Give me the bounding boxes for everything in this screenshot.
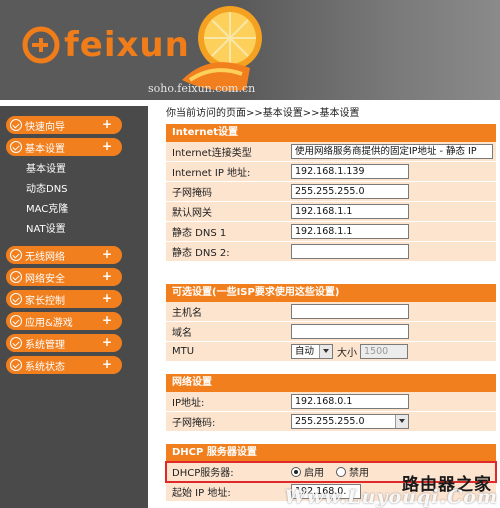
lan-mask-row: 子网掩码: 255.255.255.0 [166,412,496,432]
check-circle-icon [10,271,22,283]
dhcp-start-label: 起始 IP 地址: [172,488,231,499]
check-circle-icon [10,249,22,261]
check-circle-icon [10,293,22,305]
plus-icon: + [101,313,112,327]
section-title: 可选设置(一些ISP要求使用这些设置) [166,284,496,302]
lan-ip-row: IP地址: 192.168.0.1 [166,392,496,412]
plus-icon: + [101,269,112,283]
plus-icon: + [101,139,112,153]
hostname-row: 主机名 [166,302,496,322]
dns1-row: 静态 DNS 1 192.168.1.1 [166,222,496,242]
internet-ip-input[interactable]: 192.168.1.139 [291,164,409,179]
mtu-mode-value: 自动 [295,346,315,357]
internet-settings-section: Internet设置 Internet连接类型 使用网络服务商提供的固定IP地址… [166,124,496,262]
dns1-input[interactable]: 192.168.1.1 [291,224,409,239]
chevron-down-icon [395,415,408,428]
header: feixun soho.feixun.com.cn [0,0,500,100]
section-title: DHCP 服务器设置 [166,444,496,462]
submenu-dynamic-dns[interactable]: 动态DNS [0,180,148,200]
dns2-row: 静态 DNS 2: [166,242,496,262]
check-circle-icon [10,141,22,153]
lan-mask-label: 子网掩码: [172,418,216,429]
watermark-url: Www.Luyouqi.Com [284,486,498,508]
plus-icon: + [101,247,112,261]
sidebar-item-label: 系统状态 [25,361,65,373]
sidebar-item-quick-wizard[interactable]: 快速向导 + [6,116,122,134]
gateway-input[interactable]: 192.168.1.1 [291,204,409,219]
hostname-input[interactable] [291,304,409,319]
dhcp-server-label: DHCP服务器: [172,468,234,479]
sidebar: 快速向导 + 基本设置 + 基本设置 动态DNS MAC克隆 NAT设置 无线网… [0,106,148,508]
sidebar-item-basic-settings[interactable]: 基本设置 + [6,138,122,156]
sidebar-item-label: 快速向导 [25,121,65,133]
domain-text: soho.feixun.com.cn [148,82,256,95]
sidebar-item-system-status[interactable]: 系统状态 + [6,356,122,374]
breadcrumb: 你当前访问的页面>>基本设置>>基本设置 [166,108,360,119]
lan-ip-input[interactable]: 192.168.0.1 [291,394,409,409]
sidebar-item-label: 家长控制 [25,295,65,307]
sidebar-item-parental-control[interactable]: 家长控制 + [6,290,122,308]
subnet-mask-input[interactable]: 255.255.255.0 [291,184,409,199]
lan-ip-label: IP地址: [172,398,205,409]
plus-icon: + [101,117,112,131]
internet-ip-row: Internet IP 地址: 192.168.1.139 [166,162,496,182]
sidebar-item-label: 网络安全 [25,273,65,285]
section-title: 网络设置 [166,374,496,392]
sidebar-item-apps-games[interactable]: 应用&游戏 + [6,312,122,330]
check-circle-icon [10,315,22,327]
sidebar-item-label: 基本设置 [25,143,65,155]
lan-mask-value: 255.255.255.0 [295,416,365,427]
domain-input[interactable] [291,324,409,339]
subnet-mask-row: 子网掩码 255.255.255.0 [166,182,496,202]
watermark: 路由器之家 Www.Luyouqi.Com [285,470,500,508]
basic-settings-submenu: 基本设置 动态DNS MAC克隆 NAT设置 [0,160,148,240]
conn-type-label: Internet连接类型 [172,148,252,159]
network-settings-section: 网络设置 IP地址: 192.168.0.1 子网掩码: 255.255.255… [166,374,496,432]
mtu-size-label: 大小 [337,348,357,359]
conn-type-row: Internet连接类型 使用网络服务商提供的固定IP地址 - 静态 IP [166,142,496,162]
plus-icon: + [101,357,112,371]
brand-logo: feixun [22,26,190,64]
feixun-logo-icon [22,26,60,64]
chevron-down-icon [319,345,332,358]
mtu-mode-select[interactable]: 自动 [291,344,333,359]
lan-mask-select[interactable]: 255.255.255.0 [291,414,409,429]
conn-type-select[interactable]: 使用网络服务商提供的固定IP地址 - 静态 IP [291,144,493,159]
dns2-input[interactable] [291,244,409,259]
plus-icon: + [101,335,112,349]
domain-row: 域名 [166,322,496,342]
sidebar-item-system-admin[interactable]: 系统管理 + [6,334,122,352]
main-content: 你当前访问的页面>>基本设置>>基本设置 Internet设置 Internet… [160,106,500,508]
check-circle-icon [10,359,22,371]
mtu-label: MTU [172,346,195,357]
check-circle-icon [10,337,22,349]
conn-type-value: 使用网络服务商提供的固定IP地址 - 静态 IP [295,146,477,157]
sidebar-item-wireless[interactable]: 无线网络 + [6,246,122,264]
sidebar-item-label: 系统管理 [25,339,65,351]
sidebar-item-security[interactable]: 网络安全 + [6,268,122,286]
mtu-size-input[interactable]: 1500 [360,344,408,359]
subnet-mask-label: 子网掩码 [172,188,212,199]
submenu-nat-settings[interactable]: NAT设置 [0,220,148,240]
dns2-label: 静态 DNS 2: [172,248,230,259]
hostname-label: 主机名 [172,308,202,319]
check-circle-icon [10,119,22,131]
domain-label: 域名 [172,328,192,339]
sidebar-item-label: 无线网络 [25,251,65,263]
sidebar-item-label: 应用&游戏 [25,317,73,329]
submenu-mac-clone[interactable]: MAC克隆 [0,200,148,220]
mtu-row: MTU 自动 大小 1500 [166,342,496,362]
optional-settings-section: 可选设置(一些ISP要求使用这些设置) 主机名 域名 MTU 自动 大小 150… [166,284,496,362]
gateway-row: 默认网关 192.168.1.1 [166,202,496,222]
section-title: Internet设置 [166,124,496,142]
gateway-label: 默认网关 [172,208,212,219]
internet-ip-label: Internet IP 地址: [172,168,251,179]
submenu-basic-settings[interactable]: 基本设置 [0,160,148,180]
dns1-label: 静态 DNS 1 [172,228,227,239]
plus-icon: + [101,291,112,305]
